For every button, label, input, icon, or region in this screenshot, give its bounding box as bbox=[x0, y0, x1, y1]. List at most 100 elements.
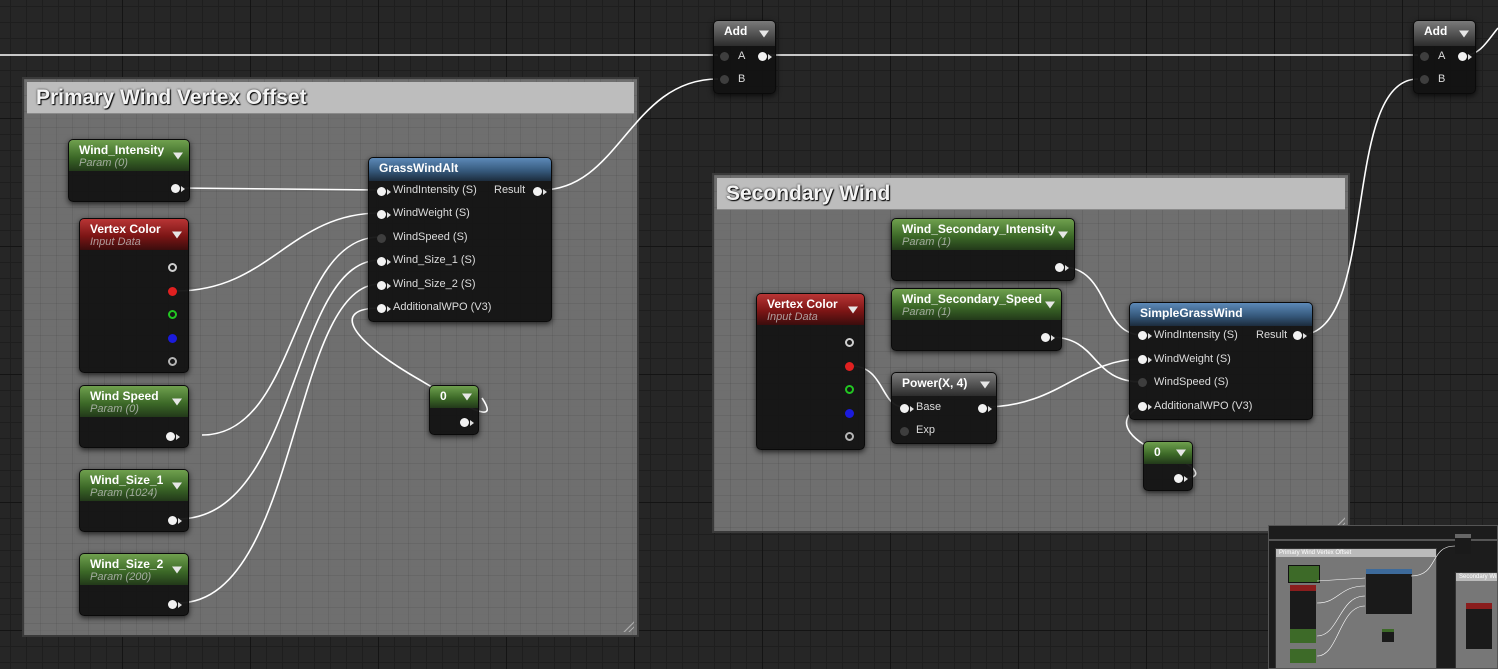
pin-result-out[interactable] bbox=[1293, 331, 1302, 340]
pin-out[interactable] bbox=[1055, 263, 1064, 272]
wind-secondary-speed-param-node[interactable]: Wind_Secondary_Speed Param (1) bbox=[891, 288, 1062, 351]
node-subtitle: Param (0) bbox=[79, 157, 128, 169]
node-subtitle: Param (1) bbox=[902, 236, 951, 248]
pin-b-out[interactable] bbox=[845, 409, 854, 418]
chevron-down-icon[interactable] bbox=[172, 231, 182, 238]
wind-size-2-param-node[interactable]: Wind_Size_2 Param (200) bbox=[79, 553, 189, 616]
chevron-down-icon[interactable] bbox=[1176, 449, 1186, 457]
pin-label: AdditionalWPO (V3) bbox=[393, 301, 492, 313]
pin-out[interactable] bbox=[460, 418, 469, 427]
pin-result-out[interactable] bbox=[533, 187, 542, 196]
pin-out[interactable] bbox=[1041, 333, 1050, 342]
pin-exp-in[interactable] bbox=[900, 427, 909, 436]
pin-label: WindSpeed (S) bbox=[1154, 376, 1229, 388]
node-title: Wind Speed bbox=[90, 389, 159, 403]
node-subtitle: Param (1) bbox=[902, 306, 951, 318]
chevron-down-icon[interactable] bbox=[1058, 231, 1068, 238]
chevron-down-icon[interactable] bbox=[848, 306, 858, 313]
node-subtitle: Param (200) bbox=[90, 571, 152, 583]
pin-rgb-out[interactable] bbox=[845, 338, 854, 347]
pin-in[interactable] bbox=[377, 304, 386, 313]
node-title: Wind_Size_2 bbox=[90, 557, 164, 571]
node-subtitle: Param (1024) bbox=[90, 487, 158, 499]
pin-a-out[interactable] bbox=[845, 432, 854, 441]
pin-in[interactable] bbox=[377, 281, 386, 290]
grass-wind-alt-node[interactable]: GrassWindAlt WindIntensity (S) WindWeigh… bbox=[368, 157, 552, 322]
node-subtitle: Input Data bbox=[90, 236, 141, 248]
chevron-down-icon[interactable] bbox=[759, 30, 769, 37]
pin-in[interactable] bbox=[377, 234, 386, 243]
chevron-down-icon[interactable] bbox=[462, 393, 472, 401]
pin-label: A bbox=[1438, 50, 1446, 62]
pin-rgb-out[interactable] bbox=[168, 263, 177, 272]
pin-out[interactable] bbox=[168, 516, 177, 525]
power-node[interactable]: Power(X, 4) Base Exp bbox=[891, 372, 997, 444]
pin-b-in[interactable] bbox=[1420, 75, 1429, 84]
node-title: Power(X, 4) bbox=[902, 376, 968, 390]
pin-in[interactable] bbox=[1138, 378, 1147, 387]
pin-in[interactable] bbox=[1138, 402, 1147, 411]
pin-out[interactable] bbox=[1174, 474, 1183, 483]
pin-r-out[interactable] bbox=[845, 362, 854, 371]
pin-label: Result bbox=[494, 184, 526, 196]
node-title: Wind_Secondary_Intensity bbox=[902, 222, 1056, 236]
pin-b-in[interactable] bbox=[720, 75, 729, 84]
pin-a-in[interactable] bbox=[720, 52, 729, 61]
pin-out[interactable] bbox=[168, 600, 177, 609]
pin-base-in[interactable] bbox=[900, 404, 909, 413]
wind-speed-param-node[interactable]: Wind Speed Param (0) bbox=[79, 385, 189, 448]
pin-label: Base bbox=[916, 401, 942, 413]
pin-in[interactable] bbox=[377, 210, 386, 219]
node-title: Vertex Color bbox=[90, 222, 161, 236]
pin-g-out[interactable] bbox=[845, 385, 854, 394]
pin-out[interactable] bbox=[166, 432, 175, 441]
pin-b-out[interactable] bbox=[168, 334, 177, 343]
chevron-down-icon[interactable] bbox=[172, 398, 182, 405]
chevron-down-icon[interactable] bbox=[172, 566, 182, 573]
pin-in[interactable] bbox=[377, 187, 386, 196]
add-node-1[interactable]: Add A B bbox=[713, 20, 776, 94]
pin-label: AdditionalWPO (V3) bbox=[1154, 400, 1253, 412]
wind-intensity-param-node[interactable]: Wind_Intensity Param (0) bbox=[68, 139, 190, 202]
pin-r-out[interactable] bbox=[168, 287, 177, 296]
pin-in[interactable] bbox=[1138, 355, 1147, 364]
node-title: 0 bbox=[1154, 445, 1161, 459]
vertex-color-node-2[interactable]: Vertex Color Input Data bbox=[756, 293, 865, 450]
pin-a-out[interactable] bbox=[168, 357, 177, 366]
node-title: 0 bbox=[440, 389, 447, 403]
vertex-color-node-1[interactable]: Vertex Color Input Data bbox=[79, 218, 189, 373]
pin-label: WindIntensity (S) bbox=[393, 184, 477, 196]
node-title: Add bbox=[1424, 24, 1448, 38]
pin-label: B bbox=[738, 73, 746, 85]
pin-in[interactable] bbox=[377, 257, 386, 266]
minimap-wires bbox=[1269, 539, 1497, 657]
comment-title[interactable]: Secondary Wind bbox=[717, 178, 1345, 210]
simple-grass-wind-node[interactable]: SimpleGrassWind WindIntensity (S) WindWe… bbox=[1129, 302, 1313, 420]
node-title: Vertex Color bbox=[767, 297, 838, 311]
node-subtitle: Input Data bbox=[767, 311, 818, 323]
comment-title[interactable]: Primary Wind Vertex Offset bbox=[27, 82, 634, 114]
constant-node-1[interactable]: 0 bbox=[429, 385, 479, 435]
pin-out[interactable] bbox=[171, 184, 180, 193]
chevron-down-icon[interactable] bbox=[172, 482, 182, 489]
pin-g-out[interactable] bbox=[168, 310, 177, 319]
pin-label: WindWeight (S) bbox=[393, 207, 470, 219]
node-title: Wind_Intensity bbox=[79, 143, 165, 157]
wind-size-1-param-node[interactable]: Wind_Size_1 Param (1024) bbox=[79, 469, 189, 532]
chevron-down-icon[interactable] bbox=[173, 152, 183, 159]
chevron-down-icon[interactable] bbox=[1045, 301, 1055, 308]
add-node-2[interactable]: Add A B bbox=[1413, 20, 1476, 94]
pin-out[interactable] bbox=[1458, 52, 1467, 61]
wind-secondary-intensity-param-node[interactable]: Wind_Secondary_Intensity Param (1) bbox=[891, 218, 1075, 281]
pin-out[interactable] bbox=[978, 404, 987, 413]
pin-out[interactable] bbox=[758, 52, 767, 61]
resize-handle[interactable] bbox=[622, 620, 634, 632]
pin-a-in[interactable] bbox=[1420, 52, 1429, 61]
chevron-down-icon[interactable] bbox=[1459, 30, 1469, 37]
node-title: SimpleGrassWind bbox=[1140, 306, 1243, 320]
node-title: GrassWindAlt bbox=[379, 161, 459, 175]
chevron-down-icon[interactable] bbox=[980, 381, 990, 388]
graph-minimap[interactable]: Primary Wind Vertex Offset Secondary Win… bbox=[1268, 525, 1498, 669]
constant-node-2[interactable]: 0 bbox=[1143, 441, 1193, 491]
pin-in[interactable] bbox=[1138, 331, 1147, 340]
